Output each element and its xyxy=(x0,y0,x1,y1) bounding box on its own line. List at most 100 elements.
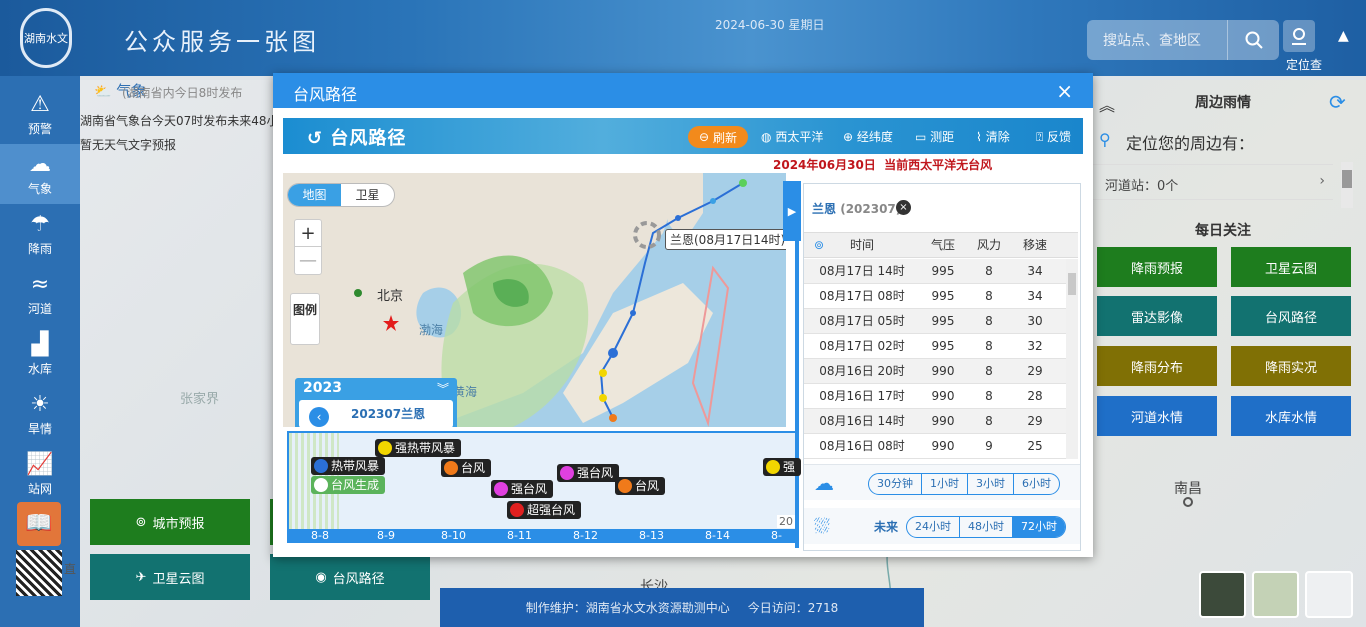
search-button[interactable] xyxy=(1227,20,1279,60)
typhoon-path-link[interactable]: 台风路径 xyxy=(1231,296,1351,336)
search-box xyxy=(1087,20,1279,60)
cloud-option[interactable]: 6小时 xyxy=(1014,474,1059,494)
timeline-event: 台风生成 xyxy=(311,476,386,494)
legend-button[interactable]: 图例 xyxy=(290,293,320,345)
close-icon[interactable]: × xyxy=(1056,79,1073,103)
table-row[interactable]: 08月17日 05时 995 8 30 xyxy=(804,309,1066,334)
hunan-hydrology-logo: 湖南水文 xyxy=(20,8,72,68)
weather-icon: ☁ xyxy=(29,152,51,177)
feedback-icon: ⍰ xyxy=(1036,130,1044,144)
cloud-option[interactable]: 3小时 xyxy=(968,474,1014,494)
drought-icon: ☀ xyxy=(30,392,50,417)
collapse-detail-icon[interactable]: ▶ xyxy=(783,181,801,241)
surrounding-rain-panel: ︽ 周边雨情 ⟳ ⚲ 定位您的周边有： 河道站：0个 › 每日关注 降雨预报 卫… xyxy=(1093,80,1366,627)
typhoon-path-button[interactable]: ◉ 台风路径 xyxy=(270,554,430,600)
refresh-icon: ⊖ xyxy=(698,130,710,144)
timeline-date: 8-12 xyxy=(573,529,598,542)
feedback-tool[interactable]: ⍰ 反馈 xyxy=(1036,128,1071,145)
nav-item-alert[interactable]: ⚠ 预警 xyxy=(0,84,80,144)
nav-item-river[interactable]: ≈ 河道 xyxy=(0,264,80,324)
book-icon[interactable]: 📖 xyxy=(17,502,61,546)
satellite-icon: ✈ xyxy=(135,569,147,585)
rain-distribution-button[interactable]: 降雨分布 xyxy=(1097,346,1217,386)
collapse-header-icon[interactable]: ▲ xyxy=(1338,28,1349,44)
reservoir-icon: ▟ xyxy=(31,332,49,357)
reservoir-water-button[interactable]: 水库水情 xyxy=(1231,396,1351,436)
satellite-basemap-thumb[interactable] xyxy=(1199,571,1246,618)
cloud-interval-group: 30分钟 1小时 3小时 6小时 xyxy=(868,473,1060,495)
lat-lng-tool[interactable]: ⊕ 经纬度 xyxy=(843,128,893,145)
search-icon xyxy=(1245,31,1263,49)
scrollbar[interactable] xyxy=(1341,162,1353,208)
timeline-event: 热带风暴 xyxy=(311,457,386,475)
rain-option[interactable]: 24小时 xyxy=(907,517,960,537)
table-row[interactable]: 08月16日 08时 990 9 25 xyxy=(804,434,1066,459)
timeline-event: 超强台风 xyxy=(507,501,582,519)
nav-item-reservoir[interactable]: ▟ 水库 xyxy=(0,324,80,384)
chevron-down-icon[interactable]: ︾ xyxy=(437,380,449,397)
west-pacific-tool[interactable]: ◍ 西太平洋 xyxy=(761,128,823,145)
timeline-date: 8-13 xyxy=(639,529,664,542)
search-input[interactable] xyxy=(1087,21,1227,59)
table-row[interactable]: 08月16日 20时 990 8 29 xyxy=(804,359,1066,384)
rain-forecast-button[interactable]: 降雨预报 xyxy=(1097,247,1217,287)
table-row[interactable]: 08月17日 02时 995 8 32 xyxy=(804,334,1066,359)
river-water-button[interactable]: 河道水情 xyxy=(1097,396,1217,436)
collapse-panel-icon[interactable]: ︽ xyxy=(1099,92,1115,116)
rain-realtime-button[interactable]: 降雨实况 xyxy=(1231,346,1351,386)
cloud-option[interactable]: 30分钟 xyxy=(869,474,922,494)
typhoon-map[interactable]: 地图 卫星 + — 图例 北京 渤海 黄海 兰恩(08月17日14时) 2023… xyxy=(283,173,786,427)
map-label-zhangjiajie: 张家界 xyxy=(180,392,220,407)
weather-subtitle: (湖南省内今日8时发布 xyxy=(122,86,243,100)
satellite-view-tab[interactable]: 卫星 xyxy=(341,184,394,206)
cloud-sun-icon: ⛅ xyxy=(94,84,112,100)
timeline-overflow: 20 xyxy=(777,515,795,528)
radar-image-button[interactable]: 雷达影像 xyxy=(1097,296,1217,336)
nav-label: 站网 xyxy=(27,482,52,496)
table-row[interactable]: 08月17日 08时 995 8 34 xyxy=(804,284,1066,309)
table-row[interactable]: 08月16日 17时 990 8 28 xyxy=(804,384,1066,409)
timeline-dot xyxy=(766,460,780,474)
locate-button[interactable] xyxy=(1283,20,1315,52)
measure-tool[interactable]: ▭ 测距 xyxy=(915,128,954,145)
refresh-button[interactable]: ⊖ 刷新 xyxy=(688,126,748,148)
nav-item-station-network[interactable]: 📈 站网 xyxy=(0,444,80,504)
weather-forecast-text: 湖南省气象台今天07时发布未来48小 xyxy=(80,114,279,128)
grid-globe-icon: ⊕ xyxy=(843,130,854,144)
satellite-cloud-button[interactable]: ✈ 卫星云图 xyxy=(90,554,250,600)
table-row[interactable]: 08月17日 14时 995 8 34 xyxy=(804,259,1066,284)
dialog-header: 台风路径 × xyxy=(273,73,1093,108)
satellite-cloud-link[interactable]: 卫星云图 xyxy=(1231,247,1351,287)
cloud-option[interactable]: 1小时 xyxy=(922,474,968,494)
future-label: 未来 xyxy=(874,520,899,534)
previous-typhoon-icon[interactable]: ‹ xyxy=(309,407,329,427)
zoom-in-button[interactable]: + xyxy=(295,220,321,247)
year-selector[interactable]: 2023 xyxy=(303,380,342,396)
timeline-event: 台风 xyxy=(615,477,666,495)
table-scrollbar[interactable] xyxy=(1066,259,1078,459)
terrain-basemap-thumb[interactable] xyxy=(1252,571,1299,618)
clear-tool[interactable]: ⌇ 清除 xyxy=(976,128,1010,145)
vector-basemap-thumb[interactable] xyxy=(1305,571,1353,618)
map-type-toggle: 地图 卫星 xyxy=(287,183,395,207)
map-label-beijing: 北京 xyxy=(377,289,404,304)
typhoon-timeline[interactable]: 强热带风暴 热带风暴 台风生成 台风 强台风 超强台风 强台风 台风 强 20 … xyxy=(287,431,802,555)
rain-option-selected[interactable]: 72小时 xyxy=(1013,517,1065,537)
page-title: 公众服务一张图 xyxy=(124,28,320,56)
nav-label: 河道 xyxy=(27,302,52,316)
river-station-row[interactable]: 河道站：0个 › xyxy=(1093,164,1333,200)
status-date: 2024年06月30日 xyxy=(773,158,876,172)
zoom-out-button[interactable]: — xyxy=(295,247,321,274)
panel-title: 周边雨情 xyxy=(1195,95,1251,111)
refresh-icon[interactable]: ⟳ xyxy=(1329,90,1346,114)
rain-option[interactable]: 48小时 xyxy=(960,517,1013,537)
map-view-tab[interactable]: 地图 xyxy=(288,184,341,206)
remove-typhoon-icon[interactable]: × xyxy=(896,200,911,215)
nav-item-weather[interactable]: ☁ 气象 xyxy=(0,144,80,204)
current-date: 2024-06-30 星期日 xyxy=(715,18,825,32)
table-row[interactable]: 08月16日 14时 990 8 29 xyxy=(804,409,1066,434)
nav-item-rain[interactable]: ☂ 降雨 xyxy=(0,204,80,264)
cloud-control-row: ☁ 30分钟 1小时 3小时 6小时 xyxy=(804,464,1080,500)
city-forecast-button[interactable]: ⊚ 城市预报 xyxy=(90,499,250,545)
nav-item-drought[interactable]: ☀ 旱情 xyxy=(0,384,80,444)
